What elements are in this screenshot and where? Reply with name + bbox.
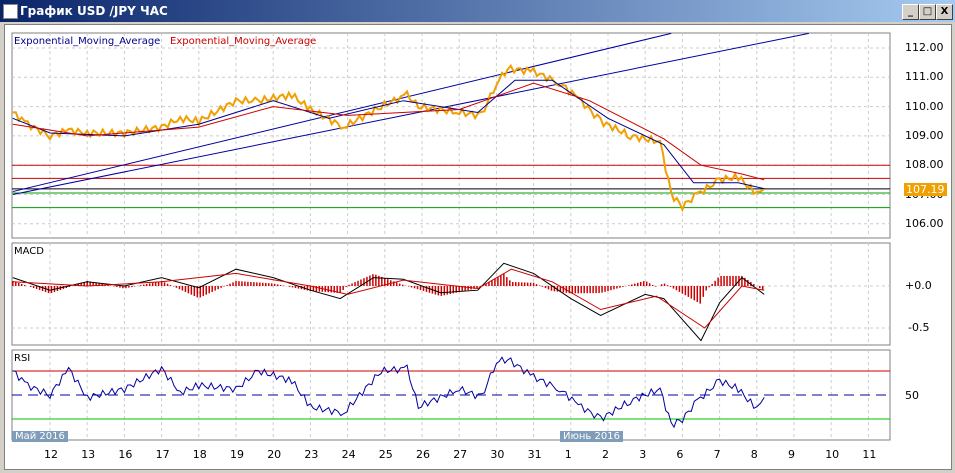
chart-canvas xyxy=(11,32,891,441)
date-axis-label: 18 xyxy=(192,448,207,461)
price-axis-label: 106.00 xyxy=(905,216,944,230)
ema-legend-blue: Exponential_Moving_Average xyxy=(14,36,161,47)
date-axis-label: 1 xyxy=(564,448,572,461)
price-axis-label: 108.00 xyxy=(905,158,944,172)
date-axis-label: 10 xyxy=(825,448,840,461)
date-axis-label: 26 xyxy=(416,448,430,461)
rsi-label: RSI xyxy=(14,353,31,364)
date-axis-label: 9 xyxy=(788,448,795,461)
date-axis-label: 17 xyxy=(155,448,170,461)
date-axis-label: 30 xyxy=(490,448,505,461)
macd-label: MACD xyxy=(14,246,44,257)
price-axis-label: 112.00 xyxy=(905,41,944,54)
price-axis-label: 111.00 xyxy=(905,70,944,84)
macd-tick-neg: -0.5 xyxy=(908,321,930,334)
date-axis-label: 12 xyxy=(44,448,58,461)
date-axis-label: 6 xyxy=(676,448,684,461)
panel-1 xyxy=(11,242,891,346)
ema-legend-red: Exponential_Moving_Average xyxy=(170,36,317,47)
current-price-badge: 107.19 xyxy=(904,183,947,196)
date-axis-label: 11 xyxy=(862,448,877,461)
price-axis-label: 109.00 xyxy=(905,128,944,142)
date-axis-label: 8 xyxy=(750,448,758,461)
date-axis-label: 27 xyxy=(453,448,468,461)
date-axis-label: 13 xyxy=(81,448,96,461)
date-axis-label: 19 xyxy=(230,448,244,461)
date-axis-label: 3 xyxy=(639,448,647,461)
date-axis-label: 16 xyxy=(118,448,133,461)
date-axis-label: 25 xyxy=(378,448,393,461)
date-axis-label: 23 xyxy=(304,448,319,461)
month-label-may: Май 2016 xyxy=(12,431,68,442)
rsi-tick-50: 50 xyxy=(905,389,919,402)
date-axis-label: 20 xyxy=(267,448,282,461)
macd-tick-zero: +0.0 xyxy=(905,279,932,292)
date-axis-label: 7 xyxy=(713,448,721,461)
date-axis-label: 31 xyxy=(527,448,542,461)
price-axis-label: 110.00 xyxy=(905,99,944,113)
date-axis-label: 24 xyxy=(341,448,356,461)
month-label-june: Июнь 2016 xyxy=(560,431,623,442)
date-axis-label: 2 xyxy=(602,448,609,461)
